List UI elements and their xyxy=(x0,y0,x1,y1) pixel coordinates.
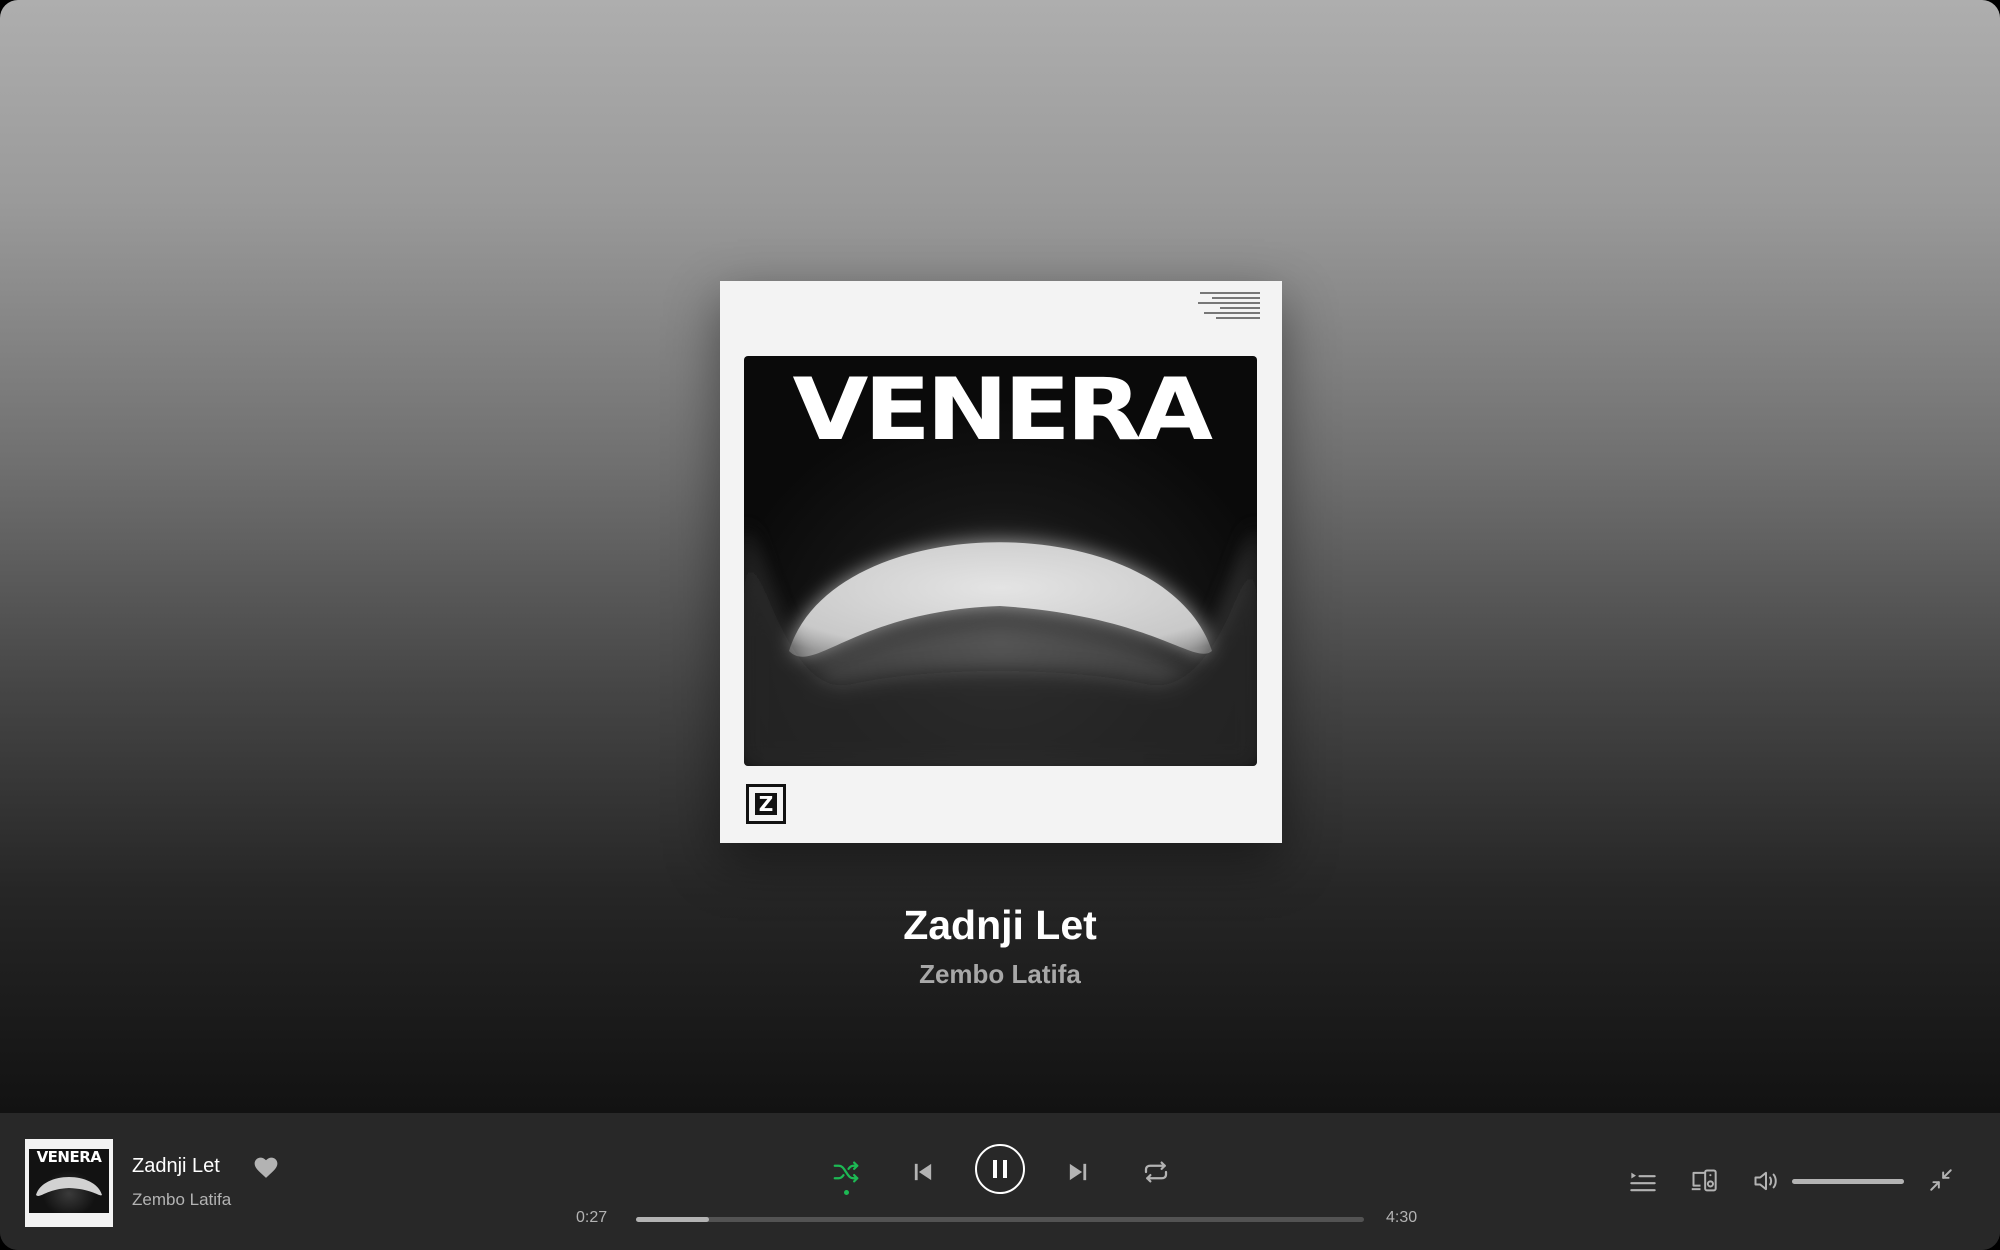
thumbnail-title-text: VENERA xyxy=(36,1148,102,1166)
playback-bar: VENERA Zadnji Let Zembo Latifa 0:27 4:30 xyxy=(0,1113,2000,1250)
now-playing-title: Zadnji Let xyxy=(903,902,1097,948)
repeat-icon[interactable] xyxy=(1141,1157,1171,1187)
cover-fineprint xyxy=(1196,289,1260,319)
volume-slider[interactable] xyxy=(1792,1179,1904,1184)
elapsed-time: 0:27 xyxy=(576,1209,608,1226)
pause-button[interactable] xyxy=(975,1144,1025,1194)
shuffle-icon[interactable] xyxy=(831,1157,861,1187)
now-playing-artist[interactable]: Zembo Latifa xyxy=(0,958,2000,990)
cover-title-text: VENERA xyxy=(792,360,1213,460)
now-playing-view: VENERA Z Zadnji Let Zembo Latifa xyxy=(0,0,2000,1113)
cover-artwork: VENERA xyxy=(744,356,1257,766)
next-icon[interactable] xyxy=(1064,1158,1092,1186)
shuffle-active-dot xyxy=(844,1190,849,1195)
playback-controls: 0:27 4:30 xyxy=(0,1113,2000,1226)
pause-icon xyxy=(993,1160,1007,1178)
total-time: 4:30 xyxy=(1386,1209,1418,1226)
minimize-icon[interactable] xyxy=(1928,1167,1954,1193)
progress-bar[interactable] xyxy=(636,1217,1364,1222)
progress-fill xyxy=(636,1217,709,1222)
track-title[interactable]: Zadnji Let xyxy=(132,1153,220,1179)
previous-icon[interactable] xyxy=(909,1158,937,1186)
track-thumbnail[interactable]: VENERA xyxy=(25,1139,113,1227)
label-logo: Z xyxy=(746,784,786,824)
volume-fill xyxy=(1792,1179,1904,1184)
heart-icon[interactable] xyxy=(253,1155,279,1179)
connect-device-icon[interactable] xyxy=(1690,1167,1718,1195)
volume-icon[interactable] xyxy=(1752,1167,1780,1195)
album-cover: VENERA Z xyxy=(720,281,1282,843)
player-window: VENERA Z Zadnji Let Zembo Latifa VENERA … xyxy=(0,0,2000,1250)
track-artist[interactable]: Zembo Latifa xyxy=(132,1189,231,1211)
queue-icon[interactable] xyxy=(1629,1169,1657,1195)
